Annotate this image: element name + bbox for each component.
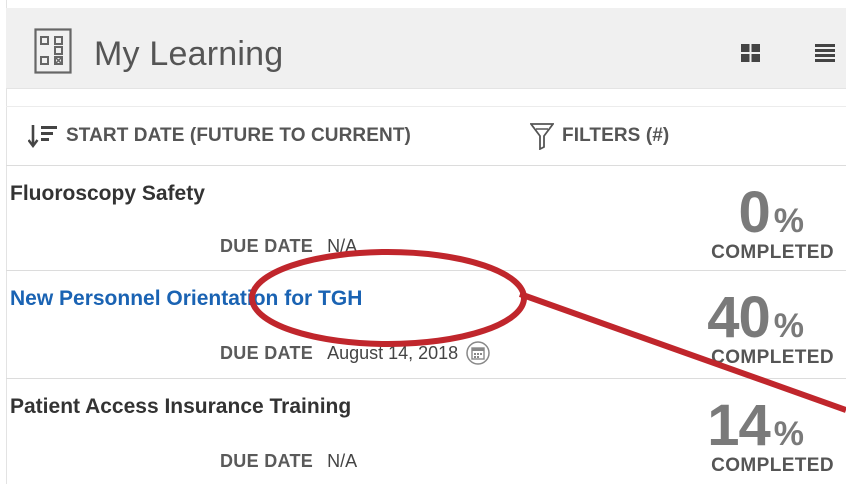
percent-sign: % bbox=[773, 307, 804, 345]
page-title: My Learning bbox=[94, 35, 284, 73]
percent-sign: % bbox=[773, 415, 804, 453]
due-date: DUE DATE N/A bbox=[220, 236, 357, 257]
due-date-label: DUE DATE bbox=[220, 342, 314, 363]
course-row: Fluoroscopy Safety DUE DATE N/A 0% COMPL… bbox=[6, 165, 846, 272]
toolbar: START DATE (FUTURE TO CURRENT) FILTERS (… bbox=[6, 108, 846, 164]
percent-complete: 0% bbox=[739, 184, 805, 242]
list-view-icon[interactable] bbox=[814, 42, 836, 64]
due-date: DUE DATE August 14, 2018 bbox=[220, 341, 490, 365]
panel-header: My Learning bbox=[6, 8, 846, 89]
filter-icon bbox=[530, 123, 554, 150]
percent-complete: 14% bbox=[707, 397, 804, 455]
percent-value: 0 bbox=[738, 180, 771, 245]
due-date-value: N/A bbox=[327, 236, 358, 256]
percent-sign: % bbox=[773, 202, 804, 240]
percent-value: 14 bbox=[707, 393, 771, 458]
divider bbox=[6, 106, 846, 107]
due-date: DUE DATE N/A bbox=[220, 451, 357, 472]
due-date-label: DUE DATE bbox=[220, 236, 314, 256]
course-row: Patient Access Insurance Training DUE DA… bbox=[6, 378, 846, 485]
sort-label: START DATE (FUTURE TO CURRENT) bbox=[66, 125, 411, 146]
course-title[interactable]: Patient Access Insurance Training bbox=[10, 395, 351, 419]
sort-icon bbox=[28, 125, 57, 148]
course-row: New Personnel Orientation for TGH DUE DA… bbox=[6, 270, 846, 377]
due-date-value: August 14, 2018 bbox=[327, 342, 459, 363]
percent-complete: 40% bbox=[707, 289, 804, 347]
course-title-link[interactable]: New Personnel Orientation for TGH bbox=[10, 287, 362, 311]
calendar-icon[interactable] bbox=[466, 341, 490, 365]
filters-label: FILTERS (#) bbox=[562, 125, 670, 146]
completed-label: COMPLETED bbox=[711, 455, 834, 476]
percent-value: 40 bbox=[707, 285, 771, 350]
due-date-value: N/A bbox=[327, 451, 358, 471]
completed-label: COMPLETED bbox=[711, 242, 834, 263]
filters-button[interactable]: FILTERS (#) bbox=[530, 122, 669, 150]
grid-view-icon[interactable] bbox=[740, 42, 762, 64]
completed-label: COMPLETED bbox=[711, 347, 834, 368]
course-title[interactable]: Fluoroscopy Safety bbox=[10, 182, 205, 206]
due-date-label: DUE DATE bbox=[220, 451, 314, 471]
learning-plan-icon bbox=[34, 28, 72, 74]
sort-button[interactable]: START DATE (FUTURE TO CURRENT) bbox=[28, 122, 411, 150]
